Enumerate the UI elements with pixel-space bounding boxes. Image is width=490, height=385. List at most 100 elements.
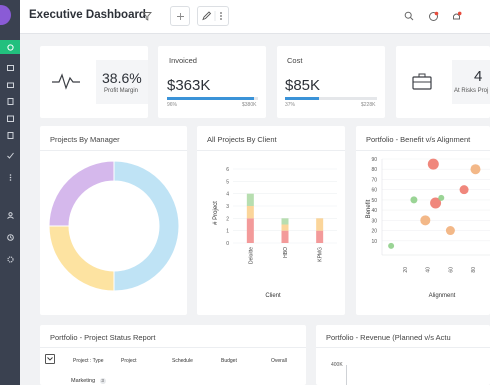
expand-toggle[interactable] xyxy=(45,354,55,364)
table-row[interactable]: Marketing 3 xyxy=(71,378,106,384)
benefit-alignment-card: Portfolio - Benefit v/s Alignment Benefi… xyxy=(356,126,490,315)
sidebar-item-calendar[interactable] xyxy=(0,111,20,125)
column-header[interactable]: Budget xyxy=(221,358,237,364)
x-tick-label: 80 xyxy=(471,267,477,273)
column-header[interactable]: Project xyxy=(121,358,137,364)
revenue-card: Portfolio - Revenue (Planned v/s Actu 40… xyxy=(316,325,490,385)
y-tick-label: 5 xyxy=(226,179,229,185)
donut-slice[interactable] xyxy=(48,225,115,292)
y-tick-label: 60 xyxy=(371,188,377,194)
at-risk-box xyxy=(452,60,490,104)
x-axis-label: Alignment xyxy=(429,293,456,299)
donut-slice[interactable] xyxy=(48,160,115,227)
profit-margin-card: 38.6% Profit Margin xyxy=(40,46,148,118)
scatter-point[interactable] xyxy=(470,164,481,175)
divider xyxy=(40,150,187,151)
sidebar-item-reports[interactable] xyxy=(0,94,20,108)
scatter-point[interactable] xyxy=(445,226,455,236)
y-tick-label: 10 xyxy=(371,239,377,245)
cost-percent: 37% xyxy=(285,102,296,108)
row-label: Marketing xyxy=(71,378,96,384)
app-logo[interactable] xyxy=(0,5,11,25)
bar-segment[interactable] xyxy=(246,193,254,206)
cost-target: $228K xyxy=(361,102,376,108)
invoiced-value: $363K xyxy=(167,77,211,94)
at-risk-card: 4 At Risks Proj xyxy=(396,46,490,118)
scatter-point[interactable] xyxy=(410,196,418,204)
bar-segment[interactable] xyxy=(281,224,289,231)
y-axis-line xyxy=(346,365,347,385)
projects-by-client-card: All Projects By Client # Project Client … xyxy=(197,126,345,315)
pencil-icon[interactable] xyxy=(202,11,212,21)
sidebar-item-settings[interactable] xyxy=(0,252,20,266)
search-icon[interactable] xyxy=(401,8,417,24)
sidebar-item-projects[interactable] xyxy=(0,60,20,74)
team-icon xyxy=(6,211,14,219)
scatter-point[interactable] xyxy=(420,215,431,226)
bell-icon[interactable] xyxy=(425,8,441,24)
sidebar-item-portfolio[interactable] xyxy=(0,77,20,91)
invoiced-percent: 96% xyxy=(167,102,178,108)
bar-segment[interactable] xyxy=(316,218,324,231)
cost-progress xyxy=(285,97,377,100)
scatter-point[interactable] xyxy=(438,194,445,201)
bar-segment[interactable] xyxy=(281,230,289,243)
profit-margin-label: Profit Margin xyxy=(104,88,139,94)
y-tick-label: 6 xyxy=(226,167,229,173)
scatter-point[interactable] xyxy=(459,185,469,195)
filter-icon[interactable] xyxy=(139,8,155,24)
benefit-scatter-chart: Benefit Alignment 10203040506070809020 40… xyxy=(366,157,490,299)
y-tick-label: 400K xyxy=(331,362,343,368)
cost-title: Cost xyxy=(287,56,303,65)
x-tick-label: 20 xyxy=(403,267,409,273)
y-tick-label: 40 xyxy=(371,208,377,214)
client-bar-chart: # Project Client 0 1 2 3 4 5 6 Deloitte HBO KPMG xyxy=(213,167,337,299)
sidebar-item-documents[interactable] xyxy=(0,128,20,142)
projects-by-manager-card: Projects By Manager xyxy=(40,126,187,315)
y-tick-label: 1 xyxy=(226,229,229,235)
at-risk-value: 4 xyxy=(474,68,483,85)
bar-segment[interactable] xyxy=(281,218,289,225)
y-tick-label: 70 xyxy=(371,177,377,183)
scatter-point[interactable] xyxy=(388,242,395,249)
card-title: Portfolio - Revenue (Planned v/s Actu xyxy=(326,333,451,342)
sidebar-item-team[interactable] xyxy=(0,208,20,222)
y-tick-label: 30 xyxy=(371,218,377,224)
invoiced-title: Invoiced xyxy=(169,56,197,65)
y-tick-label: 0 xyxy=(226,241,229,247)
card-title: Portfolio - Project Status Report xyxy=(50,333,156,342)
y-tick-label: 3 xyxy=(226,204,229,210)
donut-slice[interactable] xyxy=(113,160,180,292)
at-risk-label: At Risks Proj xyxy=(454,88,489,94)
more-vertical-icon[interactable] xyxy=(220,12,222,20)
bar-segment[interactable] xyxy=(246,206,254,219)
sidebar-item-time[interactable] xyxy=(0,230,20,244)
card-title: Portfolio - Benefit v/s Alignment xyxy=(366,135,471,144)
sidebar-item-more[interactable] xyxy=(0,170,20,184)
sidebar-item-tasks[interactable] xyxy=(0,148,20,162)
add-button[interactable] xyxy=(170,6,190,26)
sidebar xyxy=(0,0,20,385)
manager-donut-chart xyxy=(48,160,180,292)
bar-segment[interactable] xyxy=(316,230,324,243)
invoiced-card: Invoiced $363K 96% $380K xyxy=(158,46,266,118)
bar-segment[interactable] xyxy=(246,218,254,243)
column-header[interactable]: Schedule xyxy=(172,358,193,364)
cost-progress-fill xyxy=(285,97,320,100)
alarm-icon[interactable] xyxy=(448,8,464,24)
document-icon xyxy=(7,131,13,139)
card-title: Projects By Manager xyxy=(50,135,120,144)
column-header[interactable]: Overall xyxy=(271,358,287,364)
x-tick-label: 60 xyxy=(448,267,454,273)
column-header[interactable]: Project : Type xyxy=(73,358,103,364)
scatter-point[interactable] xyxy=(427,158,439,170)
x-tick-label: 40 xyxy=(426,267,432,273)
invoiced-progress-fill xyxy=(167,97,255,100)
x-axis-label: Client xyxy=(265,293,281,299)
report-icon xyxy=(7,97,13,105)
profit-margin-value: 38.6% xyxy=(102,70,142,86)
y-axis-label: # Project xyxy=(213,201,219,225)
sidebar-item-dashboard[interactable] xyxy=(0,40,20,54)
plus-icon xyxy=(176,12,184,20)
invoiced-progress xyxy=(167,97,258,100)
